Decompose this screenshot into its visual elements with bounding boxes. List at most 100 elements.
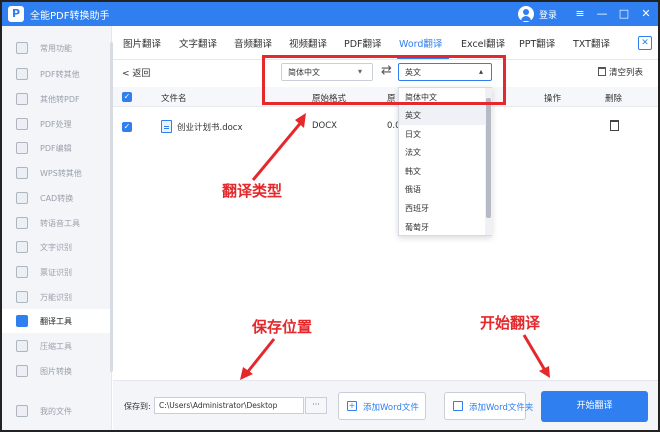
dropdown-option-selected[interactable]: 英文 [399, 106, 485, 125]
audio-icon [16, 217, 28, 229]
sidebar-item-label: 其他转PDF [40, 95, 80, 104]
row-filename: 创业计划书.docx [177, 123, 243, 133]
table-row[interactable]: ✓ 创业计划书.docx DOCX 0.0 [113, 115, 658, 139]
tools-icon [16, 118, 28, 130]
sidebar-item-cad[interactable]: CAD转换 [2, 186, 112, 210]
wps-icon [16, 167, 28, 179]
login-link[interactable]: 登录 [539, 8, 557, 21]
dropdown-option[interactable]: 俄语 [399, 180, 485, 199]
tab-excel-translate[interactable]: Excel翻译 [461, 36, 505, 50]
app-title: 全能PDF转换助手 [30, 11, 110, 22]
ocr-icon [16, 241, 28, 253]
title-bar: P 全能PDF转换助手 登录 ≡ — □ ✕ [2, 2, 658, 26]
dropdown-scrollbar[interactable] [485, 88, 492, 235]
sidebar-item-wps[interactable]: WPS转其他 [2, 161, 112, 185]
sidebar-item-label: 转语音工具 [40, 219, 80, 228]
sidebar-item-ticket[interactable]: 票证识别 [2, 260, 112, 284]
scan-icon [16, 291, 28, 303]
header-action: 操作 [544, 94, 562, 104]
sidebar-item-label: 万能识别 [40, 293, 72, 302]
sidebar-item-label: 压缩工具 [40, 342, 72, 351]
back-button[interactable]: < 返回 [122, 66, 150, 79]
annotation-highlight-language [262, 55, 506, 105]
row-checkbox[interactable]: ✓ [122, 122, 132, 132]
pdf-icon [16, 68, 28, 80]
annotation-arrow-icon [240, 338, 276, 380]
tab-text-translate[interactable]: 文字翻译 [179, 36, 217, 50]
sidebar-item-audio[interactable]: 转语音工具 [2, 211, 112, 235]
tab-video-translate[interactable]: 视频翻译 [289, 36, 327, 50]
add-word-folder-label: 添加Word文件夹 [469, 403, 534, 413]
add-word-file-button[interactable]: + 添加Word文件 [338, 392, 426, 420]
trash-icon [598, 67, 606, 76]
sidebar-item-label: 我的文件 [40, 407, 72, 416]
sidebar-item-label: 常用功能 [40, 44, 72, 53]
tab-pdf-translate[interactable]: PDF翻译 [344, 36, 382, 50]
header-delete: 删除 [605, 94, 623, 104]
sidebar-item-pdf-edit[interactable]: PDF编辑 [2, 136, 112, 160]
sidebar-item-label: PDF处理 [40, 120, 72, 129]
sidebar-item-label: PDF转其他 [40, 70, 80, 79]
sidebar-item-image[interactable]: 图片转换 [2, 359, 112, 383]
cad-icon [16, 192, 28, 204]
dropdown-option[interactable]: 日文 [399, 125, 485, 144]
sidebar-item-pdf-to-other[interactable]: PDF转其他 [2, 62, 112, 86]
add-word-file-label: 添加Word文件 [363, 403, 419, 413]
ticket-icon [16, 266, 28, 278]
tab-txt-translate[interactable]: TXT翻译 [573, 36, 610, 50]
sidebar-item-label: CAD转换 [40, 194, 74, 203]
dropdown-option[interactable]: 法文 [399, 143, 485, 162]
sidebar-item-label: 票证识别 [40, 268, 72, 277]
close-icon[interactable]: ✕ [638, 6, 654, 22]
sidebar: 常用功能 PDF转其他 其他转PDF PDF处理 PDF编辑 WPS转其他 CA… [2, 26, 113, 430]
edit-icon [16, 142, 28, 154]
minimize-icon[interactable]: — [594, 6, 610, 22]
menu-icon[interactable]: ≡ [572, 6, 588, 22]
sidebar-item-common[interactable]: 常用功能 [2, 36, 112, 60]
translate-icon [16, 315, 28, 327]
app-logo-icon: P [8, 6, 24, 22]
header-filename: 文件名 [161, 94, 187, 104]
sidebar-item-pdf-process[interactable]: PDF处理 [2, 112, 112, 136]
sidebar-item-label: 翻译工具 [40, 317, 72, 326]
sidebar-item-translate[interactable]: 翻译工具 [2, 309, 112, 333]
sidebar-item-label: PDF编辑 [40, 144, 72, 153]
save-path-input[interactable]: C:\Users\Administrator\Desktop [154, 397, 304, 414]
target-language-dropdown[interactable]: 简体中文 英文 日文 法文 韩文 俄语 西班牙 葡萄牙 [398, 87, 492, 236]
start-translation-button[interactable]: 开始翻译 [541, 391, 648, 422]
tab-word-translate[interactable]: Word翻译 [399, 36, 442, 50]
convert-icon [16, 93, 28, 105]
tab-ppt-translate[interactable]: PPT翻译 [519, 36, 555, 50]
user-avatar-icon[interactable] [518, 6, 534, 22]
tab-audio-translate[interactable]: 音频翻译 [234, 36, 272, 50]
sidebar-item-label: 文字识别 [40, 243, 72, 252]
browse-folder-button[interactable]: ··· [305, 397, 327, 414]
image-icon [16, 365, 28, 377]
star-icon [16, 42, 28, 54]
annotation-arrow-icon [251, 113, 306, 181]
sidebar-item-compress[interactable]: 压缩工具 [2, 334, 112, 358]
clear-list-label: 清空列表 [609, 68, 644, 78]
clear-list-button[interactable]: 清空列表 [598, 66, 643, 78]
dropdown-option[interactable]: 韩文 [399, 162, 485, 181]
dropdown-option[interactable]: 西班牙 [399, 199, 485, 218]
sidebar-item-other-to-pdf[interactable]: 其他转PDF [2, 87, 112, 111]
annotation-arrow-icon [522, 334, 550, 378]
add-folder-icon [453, 401, 463, 411]
folder-icon [16, 405, 28, 417]
sidebar-item-label: WPS转其他 [40, 169, 82, 178]
word-document-icon [161, 120, 172, 133]
sidebar-item-my-files[interactable]: 我的文件 [2, 399, 112, 423]
sidebar-item-ocr[interactable]: 文字识别 [2, 235, 112, 259]
save-to-label: 保存到: [124, 402, 151, 411]
close-panel-icon[interactable]: ✕ [638, 36, 652, 50]
dropdown-scrollbar-thumb[interactable] [486, 98, 491, 218]
select-all-checkbox[interactable]: ✓ [122, 92, 132, 102]
add-word-folder-button[interactable]: 添加Word文件夹 [444, 392, 533, 420]
dropdown-option[interactable]: 葡萄牙 [399, 218, 485, 237]
maximize-icon[interactable]: □ [616, 6, 632, 22]
sidebar-item-scan[interactable]: 万能识别 [2, 285, 112, 309]
delete-row-icon[interactable] [610, 120, 619, 131]
sidebar-item-label: 图片转换 [40, 367, 72, 376]
tab-image-translate[interactable]: 图片翻译 [123, 36, 161, 50]
